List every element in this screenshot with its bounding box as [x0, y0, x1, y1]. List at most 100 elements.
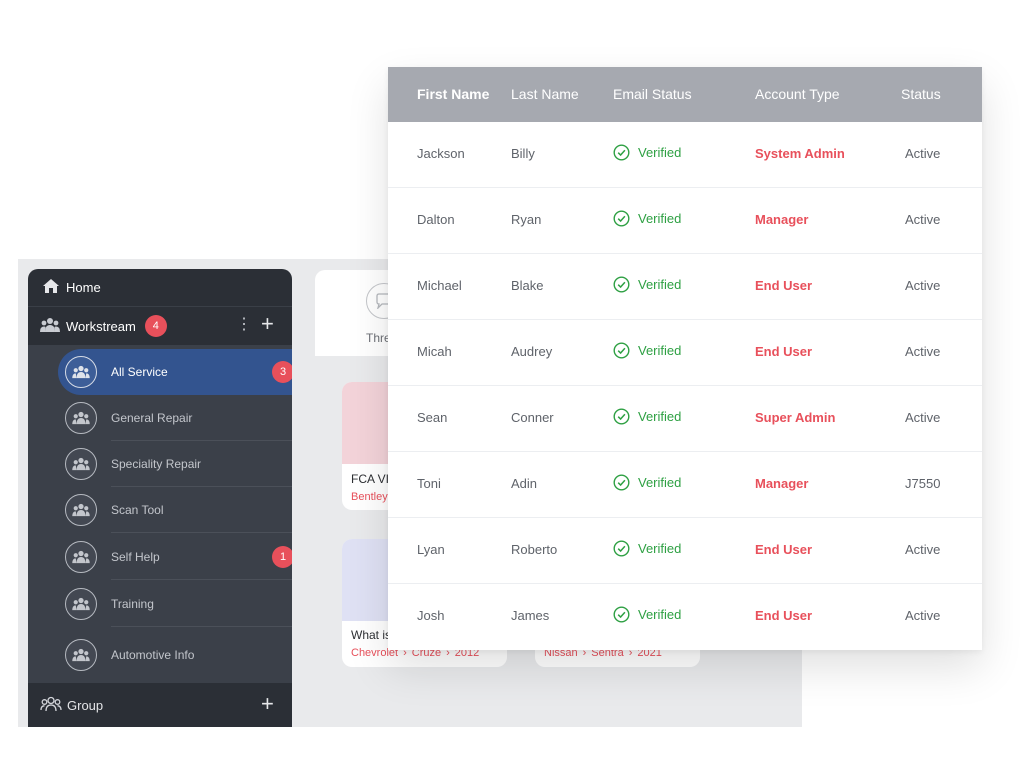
cell-last-name: James	[511, 608, 550, 623]
cell-status: Active	[905, 212, 941, 227]
cell-first-name: Sean	[417, 410, 448, 425]
cell-status: Active	[905, 542, 941, 557]
cell-status: Active	[905, 410, 941, 425]
cell-first-name: Lyan	[417, 542, 445, 557]
check-circle-icon	[613, 474, 630, 491]
sidebar-item-label: Speciality Repair	[111, 457, 202, 471]
sidebar-item-general-repair[interactable]: General Repair	[58, 395, 292, 441]
cell-email-status: Verified	[613, 606, 681, 623]
cell-account-type: Manager	[755, 476, 809, 491]
sidebar-item-badge: 1	[272, 546, 292, 568]
table-row[interactable]: Sean Conner Verified Super Admin Active	[388, 386, 982, 452]
cell-first-name: Dalton	[417, 212, 455, 227]
sidebar-item-badge: 3	[272, 361, 292, 383]
team-icon	[65, 402, 97, 434]
team-icon	[65, 639, 97, 671]
cell-last-name: Roberto	[511, 542, 558, 557]
sidebar-home[interactable]: Home	[28, 269, 292, 307]
card-meta-make: Bentley	[351, 491, 388, 503]
users-table: First Name Last Name Email Status Accoun…	[388, 67, 982, 650]
cell-email-status: Verified	[613, 210, 681, 227]
cell-last-name: Conner	[511, 410, 554, 425]
workstream-badge: 4	[144, 315, 167, 337]
sidebar-item-label: Self Help	[111, 550, 160, 564]
sidebar-item-speciality-repair[interactable]: Speciality Repair	[58, 441, 292, 487]
table-header: First Name Last Name Email Status Accoun…	[388, 67, 982, 122]
email-status-text: Verified	[638, 277, 682, 292]
sidebar-item-label: All Service	[111, 365, 168, 379]
column-header-account-type[interactable]: Account Type	[755, 86, 840, 102]
table-row[interactable]: Toni Adin Verified Manager J7550	[388, 452, 982, 518]
add-workstream-icon[interactable]: +	[261, 313, 274, 335]
check-circle-icon	[613, 342, 630, 359]
sidebar-item-all-service[interactable]: All Service 3	[58, 349, 292, 395]
table-row[interactable]: Dalton Ryan Verified Manager Active	[388, 188, 982, 254]
team-icon	[65, 356, 97, 388]
table-row[interactable]: Micah Audrey Verified End User Active	[388, 320, 982, 386]
sidebar-item-self-help[interactable]: Self Help 1	[58, 534, 292, 580]
cell-email-status: Verified	[613, 474, 681, 491]
check-circle-icon	[613, 540, 630, 557]
cell-last-name: Billy	[511, 146, 535, 161]
cell-status: Active	[905, 608, 941, 623]
check-circle-icon	[613, 408, 630, 425]
divider	[111, 579, 292, 580]
cell-account-type: End User	[755, 608, 813, 623]
sidebar-item-automotive-info[interactable]: Automotive Info	[58, 632, 292, 678]
kebab-menu-icon[interactable]: ⋮	[236, 317, 252, 333]
sidebar-item-label: Automotive Info	[111, 648, 195, 662]
email-status-text: Verified	[638, 475, 682, 490]
tab-threads[interactable]: Thre	[366, 331, 391, 345]
card-title: FCA VI	[351, 472, 390, 486]
cell-status: J7550	[905, 476, 941, 491]
sidebar-item-scan-tool[interactable]: Scan Tool	[58, 487, 292, 533]
table-row[interactable]: Michael Blake Verified End User Active	[388, 254, 982, 320]
cell-last-name: Audrey	[511, 344, 553, 359]
card-meta: Bentley	[351, 491, 388, 503]
cell-first-name: Micah	[417, 344, 452, 359]
email-status-text: Verified	[638, 145, 682, 160]
cell-email-status: Verified	[613, 144, 681, 161]
column-header-last-name[interactable]: Last Name	[511, 86, 579, 102]
cell-email-status: Verified	[613, 342, 681, 359]
cell-first-name: Toni	[417, 476, 441, 491]
team-icon	[65, 541, 97, 573]
sidebar-item-training[interactable]: Training	[58, 581, 292, 627]
check-circle-icon	[613, 144, 630, 161]
sidebar-workstream[interactable]: Workstream 4 ⋮ +	[28, 307, 292, 345]
column-header-first-name[interactable]: First Name	[417, 86, 489, 102]
card-title: What is	[351, 628, 392, 642]
group-icon	[40, 696, 67, 715]
cell-status: Active	[905, 146, 941, 161]
table-row[interactable]: Lyan Roberto Verified End User Active	[388, 518, 982, 584]
check-circle-icon	[613, 276, 630, 293]
cell-account-type: Manager	[755, 212, 809, 227]
cell-status: Active	[905, 344, 941, 359]
email-status-text: Verified	[638, 409, 682, 424]
sidebar-item-label: Training	[111, 597, 154, 611]
email-status-text: Verified	[638, 211, 682, 226]
table-row[interactable]: Jackson Billy Verified System Admin Acti…	[388, 122, 982, 188]
email-status-text: Verified	[638, 343, 682, 358]
email-status-text: Verified	[638, 607, 682, 622]
sidebar-item-label: Scan Tool	[111, 503, 164, 517]
team-icon	[65, 448, 97, 480]
add-group-icon[interactable]: +	[261, 693, 274, 715]
cell-status: Active	[905, 278, 941, 293]
divider	[111, 626, 292, 627]
team-icon	[40, 317, 66, 336]
column-header-email-status[interactable]: Email Status	[613, 86, 692, 102]
divider	[111, 532, 292, 533]
screen: Home Workstream 4 ⋮ + All Service 3 Gene…	[0, 0, 1024, 768]
team-icon	[65, 588, 97, 620]
sidebar-home-label: Home	[66, 280, 101, 295]
table-row[interactable]: Josh James Verified End User Active	[388, 584, 982, 650]
cell-account-type: End User	[755, 542, 813, 557]
cell-account-type: System Admin	[755, 146, 845, 161]
cell-last-name: Blake	[511, 278, 544, 293]
sidebar-workstream-label: Workstream	[66, 318, 136, 334]
column-header-status[interactable]: Status	[901, 86, 941, 102]
cell-email-status: Verified	[613, 408, 681, 425]
cell-first-name: Michael	[417, 278, 462, 293]
sidebar-group[interactable]: Group +	[28, 683, 292, 727]
